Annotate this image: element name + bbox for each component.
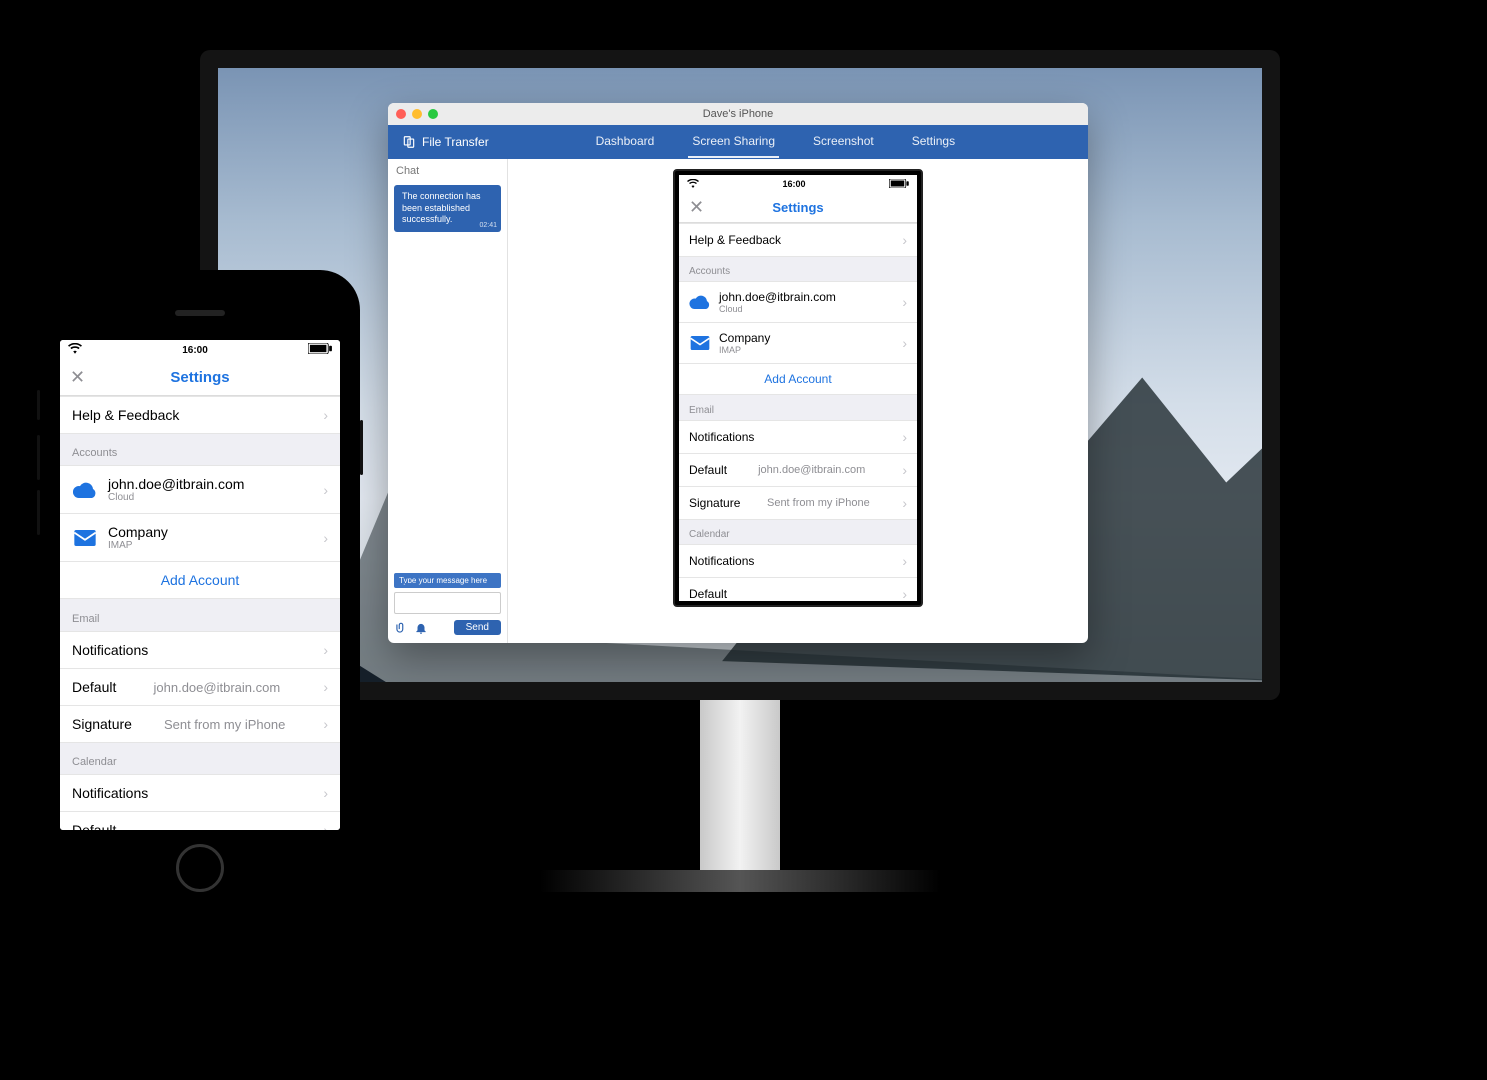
section-email: Email — [679, 395, 917, 420]
chat-pane: Chat The connection has been established… — [388, 159, 508, 643]
nav-bar: ✕ Settings — [60, 360, 340, 396]
window-toolbar: File Transfer Dashboard Screen Sharing S… — [388, 125, 1088, 159]
window-title: Dave's iPhone — [388, 108, 1088, 120]
mirrored-phone-screen[interactable]: 16:00 ✕ Settings Hel — [679, 175, 917, 601]
close-icon[interactable]: ✕ — [689, 197, 704, 218]
row-cal-default[interactable]: Default › — [679, 577, 917, 601]
volume-up-button[interactable] — [37, 435, 40, 480]
monitor-stand-base — [540, 870, 940, 892]
iphone-device: 16:00 ✕ Settings Help & Feedback › Accou… — [40, 270, 360, 910]
chevron-right-icon: › — [323, 530, 328, 546]
chat-header: Chat — [388, 159, 507, 183]
row-email-default[interactable]: Default john.doe@itbrain.com › — [60, 668, 340, 706]
mirrored-phone: 16:00 ✕ Settings Hel — [673, 169, 923, 607]
power-button[interactable] — [360, 420, 363, 475]
section-calendar: Calendar — [679, 519, 917, 544]
wifi-icon — [687, 179, 699, 190]
monitor-desktop: Dave's iPhone File Transfer Dashboard Sc… — [218, 68, 1262, 682]
status-time: 16:00 — [182, 345, 208, 356]
section-accounts: Accounts — [679, 256, 917, 281]
add-attachment-icon[interactable] — [394, 621, 408, 635]
status-bar: 16:00 — [60, 340, 340, 360]
status-time: 16:00 — [782, 179, 805, 189]
row-cal-notifications[interactable]: Notifications › — [679, 544, 917, 578]
screen-share-pane: 16:00 ✕ Settings Hel — [508, 159, 1088, 643]
wifi-icon — [68, 343, 82, 357]
chevron-right-icon: › — [323, 642, 328, 658]
chevron-right-icon: › — [902, 335, 907, 351]
chevron-right-icon: › — [902, 462, 907, 478]
chevron-right-icon: › — [902, 495, 907, 511]
nav-title: Settings — [170, 369, 229, 386]
row-email-default[interactable]: Default john.doe@itbrain.com › — [679, 453, 917, 487]
chat-hint-tooltip: Type your message here — [394, 573, 501, 588]
monitor-stand-neck — [700, 700, 780, 880]
notify-icon[interactable] — [414, 621, 428, 635]
row-email-notifications[interactable]: Notifications › — [679, 420, 917, 454]
row-account-imap[interactable]: CompanyIMAP › — [60, 513, 340, 562]
section-accounts: Accounts — [60, 433, 340, 465]
iphone-screen[interactable]: 16:00 ✕ Settings Help & Feedback › Accou… — [60, 340, 340, 830]
battery-icon — [889, 179, 909, 190]
home-button[interactable] — [176, 844, 224, 892]
tab-dashboard[interactable]: Dashboard — [592, 126, 659, 158]
nav-bar: ✕ Settings — [679, 193, 917, 223]
chevron-right-icon: › — [902, 553, 907, 569]
section-email: Email — [60, 599, 340, 631]
envelope-icon — [72, 528, 98, 548]
remote-app-window: Dave's iPhone File Transfer Dashboard Sc… — [388, 103, 1088, 643]
settings-list[interactable]: Help & Feedback › Accounts john.doe@itbr… — [60, 396, 340, 830]
row-help-feedback[interactable]: Help & Feedback › — [60, 396, 340, 434]
tab-screen-sharing[interactable]: Screen Sharing — [688, 126, 779, 158]
tab-screenshot[interactable]: Screenshot — [809, 126, 878, 158]
row-cal-notifications[interactable]: Notifications › — [60, 774, 340, 812]
chevron-right-icon: › — [323, 785, 328, 801]
phone-speaker — [175, 310, 225, 316]
envelope-icon — [689, 335, 711, 351]
row-account-cloud[interactable]: john.doe@itbrain.comCloud › — [60, 465, 340, 514]
row-account-cloud[interactable]: john.doe@itbrain.comCloud › — [679, 281, 917, 323]
row-email-notifications[interactable]: Notifications › — [60, 631, 340, 669]
tab-settings[interactable]: Settings — [908, 126, 959, 158]
chevron-right-icon: › — [323, 716, 328, 732]
file-transfer-brand[interactable]: File Transfer — [388, 135, 503, 149]
chevron-right-icon: › — [902, 294, 907, 310]
chat-message-text: The connection has been established succ… — [402, 191, 481, 224]
cloud-icon — [689, 294, 711, 310]
chevron-right-icon: › — [902, 232, 907, 248]
add-account-button[interactable]: Add Account — [679, 363, 917, 395]
close-icon[interactable]: ✕ — [70, 367, 85, 388]
add-account-button[interactable]: Add Account — [60, 561, 340, 599]
chevron-right-icon: › — [323, 822, 328, 830]
settings-list[interactable]: Help & Feedback › Accounts john.doe@itbr… — [679, 223, 917, 601]
row-email-signature[interactable]: Signature Sent from my iPhone › — [60, 705, 340, 743]
chat-message: The connection has been established succ… — [394, 185, 501, 232]
chat-input[interactable] — [394, 592, 501, 614]
row-cal-default[interactable]: Default › — [60, 811, 340, 830]
chevron-right-icon: › — [323, 482, 328, 498]
chevron-right-icon: › — [323, 679, 328, 695]
send-button[interactable]: Send — [454, 620, 501, 635]
chevron-right-icon: › — [902, 429, 907, 445]
monitor-frame: Dave's iPhone File Transfer Dashboard Sc… — [200, 50, 1280, 700]
cloud-icon — [72, 480, 98, 500]
row-help-feedback[interactable]: Help & Feedback › — [679, 223, 917, 257]
file-transfer-label: File Transfer — [422, 135, 489, 149]
battery-icon — [308, 343, 332, 357]
status-bar: 16:00 — [679, 175, 917, 193]
mute-switch[interactable] — [37, 390, 40, 420]
volume-down-button[interactable] — [37, 490, 40, 535]
chat-message-time: 02:41 — [479, 221, 497, 230]
section-calendar: Calendar — [60, 742, 340, 774]
chevron-right-icon: › — [323, 407, 328, 423]
row-email-signature[interactable]: Signature Sent from my iPhone › — [679, 486, 917, 520]
nav-title: Settings — [772, 200, 823, 215]
chevron-right-icon: › — [902, 586, 907, 601]
row-account-imap[interactable]: CompanyIMAP › — [679, 322, 917, 364]
window-titlebar[interactable]: Dave's iPhone — [388, 103, 1088, 125]
file-transfer-icon — [402, 135, 416, 149]
